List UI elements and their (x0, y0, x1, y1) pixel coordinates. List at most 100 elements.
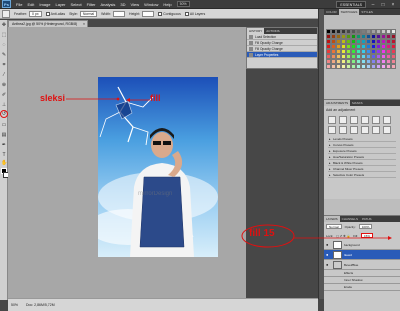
lasso-tool-icon[interactable]: ◌ (1, 42, 7, 48)
quick-select-tool-icon[interactable]: ✎ (1, 52, 7, 58)
gradient-tool-icon[interactable]: ▤ (1, 132, 7, 138)
tab-paths[interactable]: PATHS (360, 216, 374, 222)
contiguous-checkbox[interactable]: Contiguous (158, 11, 181, 16)
marquee-tool-icon[interactable]: ⬚ (1, 32, 7, 38)
canvas-area[interactable]: mirrorDesign sleksi fill (8, 27, 246, 298)
black-white-icon[interactable] (339, 126, 347, 134)
antialias-checkbox[interactable]: Anti-alias (45, 11, 66, 16)
menu-view[interactable]: View (131, 2, 140, 7)
minimize-icon[interactable]: – (370, 2, 376, 8)
menu-image[interactable]: Image (39, 2, 50, 7)
type-tool-icon[interactable]: T (1, 152, 7, 158)
status-zoom[interactable]: 50% (11, 303, 18, 307)
tab-styles[interactable]: STYLES (359, 9, 375, 15)
menu-help[interactable]: Help (163, 2, 171, 7)
move-tool-icon[interactable]: ✥ (1, 22, 7, 28)
healing-tool-icon[interactable]: ⊕ (1, 82, 7, 88)
adjustments-panel: ADJUSTMENTS MASKS Add an adjustment Leve… (324, 99, 400, 199)
tab-channels[interactable]: CHANNELS (340, 216, 360, 222)
status-doc-size: Doc: 2,86M/5,72M (26, 303, 55, 307)
layer-thumbnail (333, 241, 342, 249)
annotation-fill: fill (150, 93, 161, 103)
tab-color[interactable]: COLOR (324, 9, 339, 15)
height-label: Height: (129, 11, 141, 16)
hue-saturation-icon[interactable] (383, 116, 391, 124)
curves-icon[interactable] (350, 116, 358, 124)
blend-mode-select[interactable]: Normal (326, 224, 342, 229)
menu-analysis[interactable]: Analysis (101, 2, 116, 7)
layer-name: Bevel/Blue (344, 263, 359, 267)
swatches-grid[interactable] (326, 29, 398, 69)
history-step-selected[interactable]: Layer Properties (247, 52, 317, 58)
layer-row[interactable]: Inner Shadow (324, 277, 400, 284)
menu-3d[interactable]: 3D (120, 2, 125, 7)
channel-mixer-icon[interactable] (361, 126, 369, 134)
layer-row-selected[interactable]: ● Ikewd (324, 250, 400, 260)
menu-window[interactable]: Window (144, 2, 158, 7)
brightness-icon[interactable] (328, 116, 336, 124)
tab-adjustments[interactable]: ADJUSTMENTS (324, 100, 351, 106)
stamp-tool-icon[interactable]: ⊥ (1, 102, 7, 108)
menu-edit[interactable]: Edit (27, 2, 34, 7)
menu-layer[interactable]: Layer (55, 2, 65, 7)
adjustment-icons (324, 114, 400, 136)
tool-preset-picker[interactable] (2, 9, 10, 18)
all-layers-checkbox[interactable]: All Layers (184, 11, 205, 16)
layer-effect-name: Effects (344, 271, 354, 275)
maximize-icon[interactable]: □ (380, 2, 386, 8)
hand-tool-icon[interactable]: ✋ (1, 160, 7, 166)
swatch-cell[interactable] (391, 64, 396, 69)
history-brush-tool-icon[interactable]: ↺ (0, 110, 8, 118)
layer-blend-row: Normal Opacity: 100% (324, 222, 400, 231)
eye-icon[interactable]: ● (326, 252, 331, 257)
zoom-level-field[interactable]: 50% (176, 1, 190, 7)
menu-file[interactable]: File (16, 2, 22, 7)
photoshop-logo: Ps (2, 0, 11, 8)
document-tab-title: Anthea2.jpg @ 50% (Hintergrund, RGB/8) (12, 22, 78, 26)
history-panel: HISTORY ACTIONS Load Selection Fill Opac… (246, 27, 318, 69)
feather-input[interactable]: 0 px (29, 10, 42, 17)
menu-filter[interactable]: Filter (87, 2, 96, 7)
eye-icon[interactable]: ● (326, 242, 331, 247)
style-select[interactable]: Normal (79, 10, 98, 17)
levels-icon[interactable] (339, 116, 347, 124)
layer-row[interactable]: Effects (324, 270, 400, 277)
vibrance-icon[interactable] (372, 116, 380, 124)
menu-select[interactable]: Select (71, 2, 82, 7)
options-bar: Feather: 0 px Anti-alias Style: Normal W… (0, 9, 318, 19)
preset-item[interactable]: Selective Color Presets (328, 172, 396, 178)
workspace-switcher[interactable]: ESSENTIALS (336, 1, 366, 8)
crop-tool-icon[interactable]: ⌗ (1, 62, 7, 68)
feather-label: Feather: (14, 11, 28, 16)
status-bar: 50% Doc: 2,86M/5,72M (8, 298, 318, 311)
pen-tool-icon[interactable]: ✒ (1, 142, 7, 148)
invert-icon[interactable] (372, 126, 380, 134)
annotation-fill15: fill 15 (249, 228, 275, 239)
layer-effect-name: Erode (344, 285, 353, 289)
tab-masks[interactable]: MASKS (350, 100, 365, 106)
photo-filter-icon[interactable] (350, 126, 358, 134)
height-input[interactable] (142, 10, 155, 17)
tools-panel: ✥ ⬚ ◌ ✎ ⌗ ⁄ ⊕ ✐ ⊥ ↺ ▭ ▤ ✒ T ✋ (0, 20, 9, 300)
eye-icon[interactable]: ● (326, 262, 331, 267)
eraser-tool-icon[interactable]: ▭ (1, 122, 7, 128)
posterize-icon[interactable] (383, 126, 391, 134)
document-image[interactable]: mirrorDesign (98, 77, 218, 257)
eyedropper-tool-icon[interactable]: ⁄ (1, 72, 7, 78)
exposure-icon[interactable] (361, 116, 369, 124)
document-tab[interactable]: Anthea2.jpg @ 50% (Hintergrund, RGB/8) × (8, 20, 88, 27)
layer-effect-name: Inner Shadow (344, 278, 363, 282)
layer-thumbnail (333, 251, 342, 259)
tab-layers[interactable]: LAYERS (324, 216, 340, 222)
annotation-sleksi-arrow (66, 97, 120, 101)
layer-row[interactable]: ● Bevel/Blue (324, 260, 400, 270)
antialias-label: Anti-alias (50, 11, 66, 16)
color-balance-icon[interactable] (328, 126, 336, 134)
opacity-input[interactable]: 100% (358, 224, 373, 229)
width-input[interactable] (113, 10, 126, 17)
opacity-label: Opacity: (344, 224, 356, 229)
close-icon[interactable]: × (390, 2, 396, 8)
brush-tool-icon[interactable]: ✐ (1, 92, 7, 98)
tab-swatches[interactable]: SWATCHES (338, 9, 360, 15)
layer-row[interactable]: Erode (324, 284, 400, 291)
